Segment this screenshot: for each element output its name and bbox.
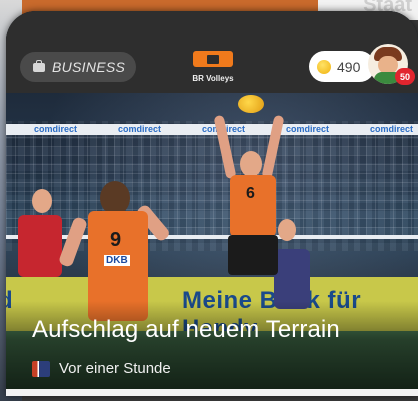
net-sponsor-text: comdirect xyxy=(370,124,414,134)
player-head xyxy=(240,151,262,177)
card-bottom-edge xyxy=(6,389,418,396)
jersey-sponsor: DKB xyxy=(104,255,130,266)
coin-count: 490 xyxy=(337,58,361,75)
logo-mark xyxy=(207,54,219,64)
jersey-number: 6 xyxy=(246,185,255,202)
article-headline[interactable]: Aufschlag auf neuem Terrain xyxy=(32,316,340,344)
net-tape: comdirect comdirect comdirect comdirect … xyxy=(6,124,418,135)
article-timestamp: Vor einer Stunde xyxy=(59,360,171,377)
category-button[interactable]: BUSINESS xyxy=(20,52,136,82)
source-icon xyxy=(32,360,50,377)
net-mesh xyxy=(6,135,418,237)
notification-badge: 50 xyxy=(395,68,415,85)
team-brand[interactable]: BR Volleys xyxy=(187,51,239,83)
category-label: BUSINESS xyxy=(52,59,126,75)
news-card[interactable]: comdirect comdirect comdirect comdirect … xyxy=(6,11,418,396)
coin-icon xyxy=(317,59,331,74)
article-meta: Vor einer Stunde xyxy=(32,360,171,377)
net-sponsor-text: comdirect xyxy=(118,124,162,134)
briefcase-icon xyxy=(33,59,45,72)
team-name: BR Volleys xyxy=(192,74,234,83)
volleyball xyxy=(238,95,264,113)
player-shorts xyxy=(228,235,278,275)
player-red-left xyxy=(18,215,62,277)
player-head xyxy=(278,219,296,241)
net-sponsor-text: comdirect xyxy=(286,124,330,134)
player-blue xyxy=(274,249,310,309)
coin-balance[interactable]: 490 xyxy=(309,51,375,82)
jersey-number: 9 xyxy=(110,229,122,251)
player-head xyxy=(100,181,130,215)
team-logo xyxy=(193,51,233,67)
player-head xyxy=(32,189,52,213)
net-sponsor-text: comdirect xyxy=(34,124,78,134)
